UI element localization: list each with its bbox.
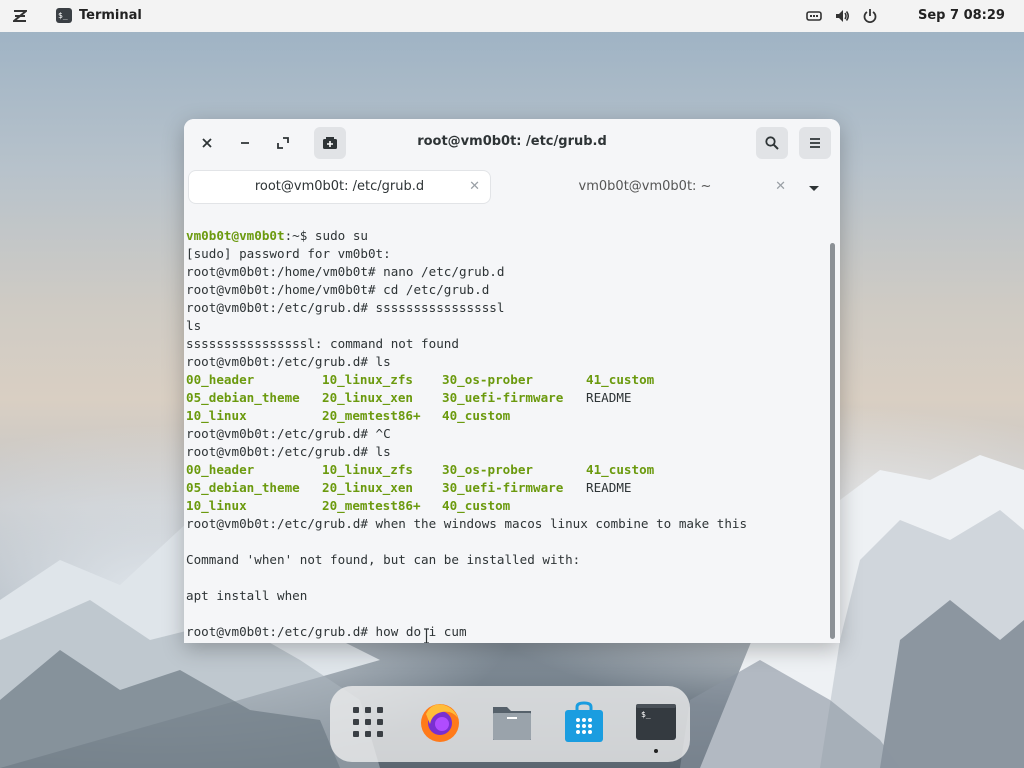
dock: $_: [330, 686, 690, 762]
tab-label: root@vm0b0t: /etc/grub.d: [254, 179, 425, 194]
ls-entry: README: [586, 480, 632, 495]
terminal-line: root@vm0b0t:/etc/grub.d# sssssssssssssss…: [186, 300, 505, 315]
terminal-lines: vm0b0t@vm0b0t:~$ sudo su [sudo] password…: [186, 227, 747, 641]
tab-label: vm0b0t@vm0b0t: ~: [578, 179, 712, 194]
firefox-icon[interactable]: [418, 700, 462, 744]
ls-row: 05_debian_theme 20_linux_xen 30_uefi-firmw…: [186, 479, 747, 497]
tab-close-icon[interactable]: ✕: [469, 179, 480, 194]
terminal-line: root@vm0b0t:/etc/grub.d# how do i cum: [186, 624, 467, 639]
ls-row: 10_linux 20_memtest86+ 40_custom: [186, 407, 747, 425]
running-indicator: [654, 749, 658, 753]
text-cursor-icon: [424, 628, 429, 643]
terminal-line: root@vm0b0t:/etc/grub.d# ls: [186, 354, 391, 369]
terminal-line: vm0b0t@vm0b0t:~$ sudo su: [186, 227, 747, 245]
ls-entry: 05_debian_theme: [186, 480, 300, 495]
terminal-window: root@vm0b0t: /etc/grub.d root@vm0b0t: /e…: [184, 119, 840, 643]
terminal-line: root@vm0b0t:/etc/grub.d# when the window…: [186, 516, 748, 531]
ls-entry: 05_debian_theme: [186, 390, 300, 405]
ls-entry: 20_linux_xen: [322, 390, 413, 405]
terminal-line: root@vm0b0t:/etc/grub.d# ^C: [186, 426, 391, 441]
ls-entry: 30_uefi-firmware: [442, 390, 564, 405]
window-title: root@vm0b0t: /etc/grub.d: [417, 134, 607, 149]
ls-entry: 40_custom: [442, 408, 511, 423]
ls-entry: 00_header: [186, 462, 255, 477]
terminal-output[interactable]: vm0b0t@vm0b0t:~$ sudo su [sudo] password…: [184, 209, 840, 643]
terminal-line: ls: [186, 318, 202, 333]
volume-icon: [836, 10, 849, 22]
ls-entry: 20_memtest86+: [322, 498, 421, 513]
scrollbar[interactable]: [830, 243, 835, 639]
power-icon: [863, 9, 877, 23]
ls-entry: 30_os-prober: [442, 372, 533, 387]
terminal-line: Command 'when' not found, but can be ins…: [186, 552, 581, 567]
terminal-line: ssssssssssssssssl: command not found: [186, 336, 459, 351]
search-icon: [765, 136, 779, 150]
system-tray[interactable]: [806, 8, 878, 24]
terminal-line: apt install when: [186, 588, 308, 603]
prompt-user: vm0b0t@vm0b0t: [186, 228, 285, 243]
main-menu-button[interactable]: [799, 127, 831, 159]
tab-close-icon[interactable]: ✕: [775, 179, 786, 194]
svg-text:$_: $_: [641, 710, 651, 719]
prompt-command: :~$ sudo su: [284, 228, 368, 243]
tab-vm0b0t-home[interactable]: vm0b0t@vm0b0t: ~ ✕: [494, 171, 796, 203]
tab-root-grub[interactable]: root@vm0b0t: /etc/grub.d ✕: [189, 171, 490, 203]
software-store-icon[interactable]: [562, 700, 606, 744]
search-button[interactable]: [756, 127, 788, 159]
ls-entry: README: [586, 390, 632, 405]
terminal-line: root@vm0b0t:/home/vm0b0t# cd /etc/grub.d: [186, 282, 490, 297]
files-icon[interactable]: [490, 700, 534, 744]
ls-row: 10_linux 20_memtest86+ 40_custom: [186, 497, 747, 515]
ls-entry: 30_os-prober: [442, 462, 533, 477]
ls-row: 00_header 10_linux_zfs 30_os-prober 41_cust…: [186, 371, 747, 389]
top-bar: $_ Terminal Sep 7 08:29: [0, 0, 1024, 32]
ls-entry: 20_memtest86+: [322, 408, 421, 423]
terminal-icon[interactable]: $_: [634, 700, 678, 744]
clock[interactable]: Sep 7 08:29: [918, 8, 1005, 23]
ls-entry: 10_linux_zfs: [322, 462, 413, 477]
terminal-app-icon: $_: [56, 8, 72, 23]
app-menu-label[interactable]: Terminal: [79, 8, 142, 23]
terminal-line: root@vm0b0t:/home/vm0b0t# nano /etc/grub…: [186, 264, 505, 279]
activities-icon[interactable]: [13, 8, 27, 24]
app-grid-icon[interactable]: [346, 700, 390, 744]
ls-entry: 10_linux: [186, 408, 247, 423]
ls-entry: 10_linux: [186, 498, 247, 513]
tab-bar: root@vm0b0t: /etc/grub.d ✕ vm0b0t@vm0b0t…: [184, 169, 840, 209]
terminal-line: root@vm0b0t:/etc/grub.d# ls: [186, 444, 391, 459]
ls-entry: 41_custom: [586, 462, 655, 477]
header-bar: root@vm0b0t: /etc/grub.d: [184, 119, 840, 169]
ls-entry: 20_linux_xen: [322, 480, 413, 495]
network-icon: [806, 11, 822, 21]
hamburger-icon: [810, 138, 820, 148]
ls-row: 05_debian_theme 20_linux_xen 30_uefi-firmw…: [186, 389, 747, 407]
tabs-dropdown-icon[interactable]: [806, 181, 822, 195]
ls-entry: 00_header: [186, 372, 255, 387]
ls-entry: 40_custom: [442, 498, 511, 513]
ls-row: 00_header 10_linux_zfs 30_os-prober 41_cust…: [186, 461, 747, 479]
ls-entry: 30_uefi-firmware: [442, 480, 564, 495]
ls-entry: 41_custom: [586, 372, 655, 387]
terminal-line: [sudo] password for vm0b0t:: [186, 246, 391, 261]
ls-entry: 10_linux_zfs: [322, 372, 413, 387]
